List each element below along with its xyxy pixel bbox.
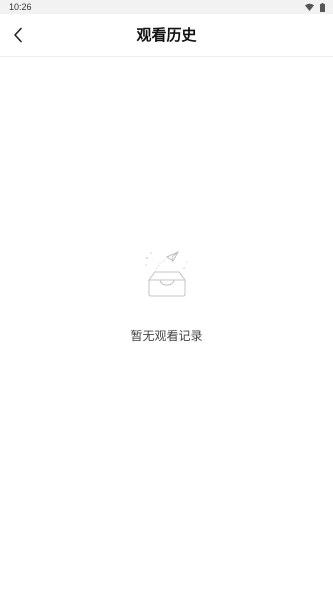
empty-state-message: 暂无观看记录 [130,329,203,343]
page-title: 观看历史 [136,26,197,44]
battery-icon [320,2,325,12]
nav-bar: 观看历史 [0,14,333,57]
wifi-icon [305,3,314,11]
empty-inbox-icon [144,250,188,297]
empty-state: 暂无观看记录 [0,250,333,344]
status-time: 10:26 [9,2,32,12]
status-bar: 10:26 [0,0,333,14]
watch-history-screen: 10:26 观看历史 暂无观看记录 [0,0,333,593]
status-icons [305,2,325,12]
